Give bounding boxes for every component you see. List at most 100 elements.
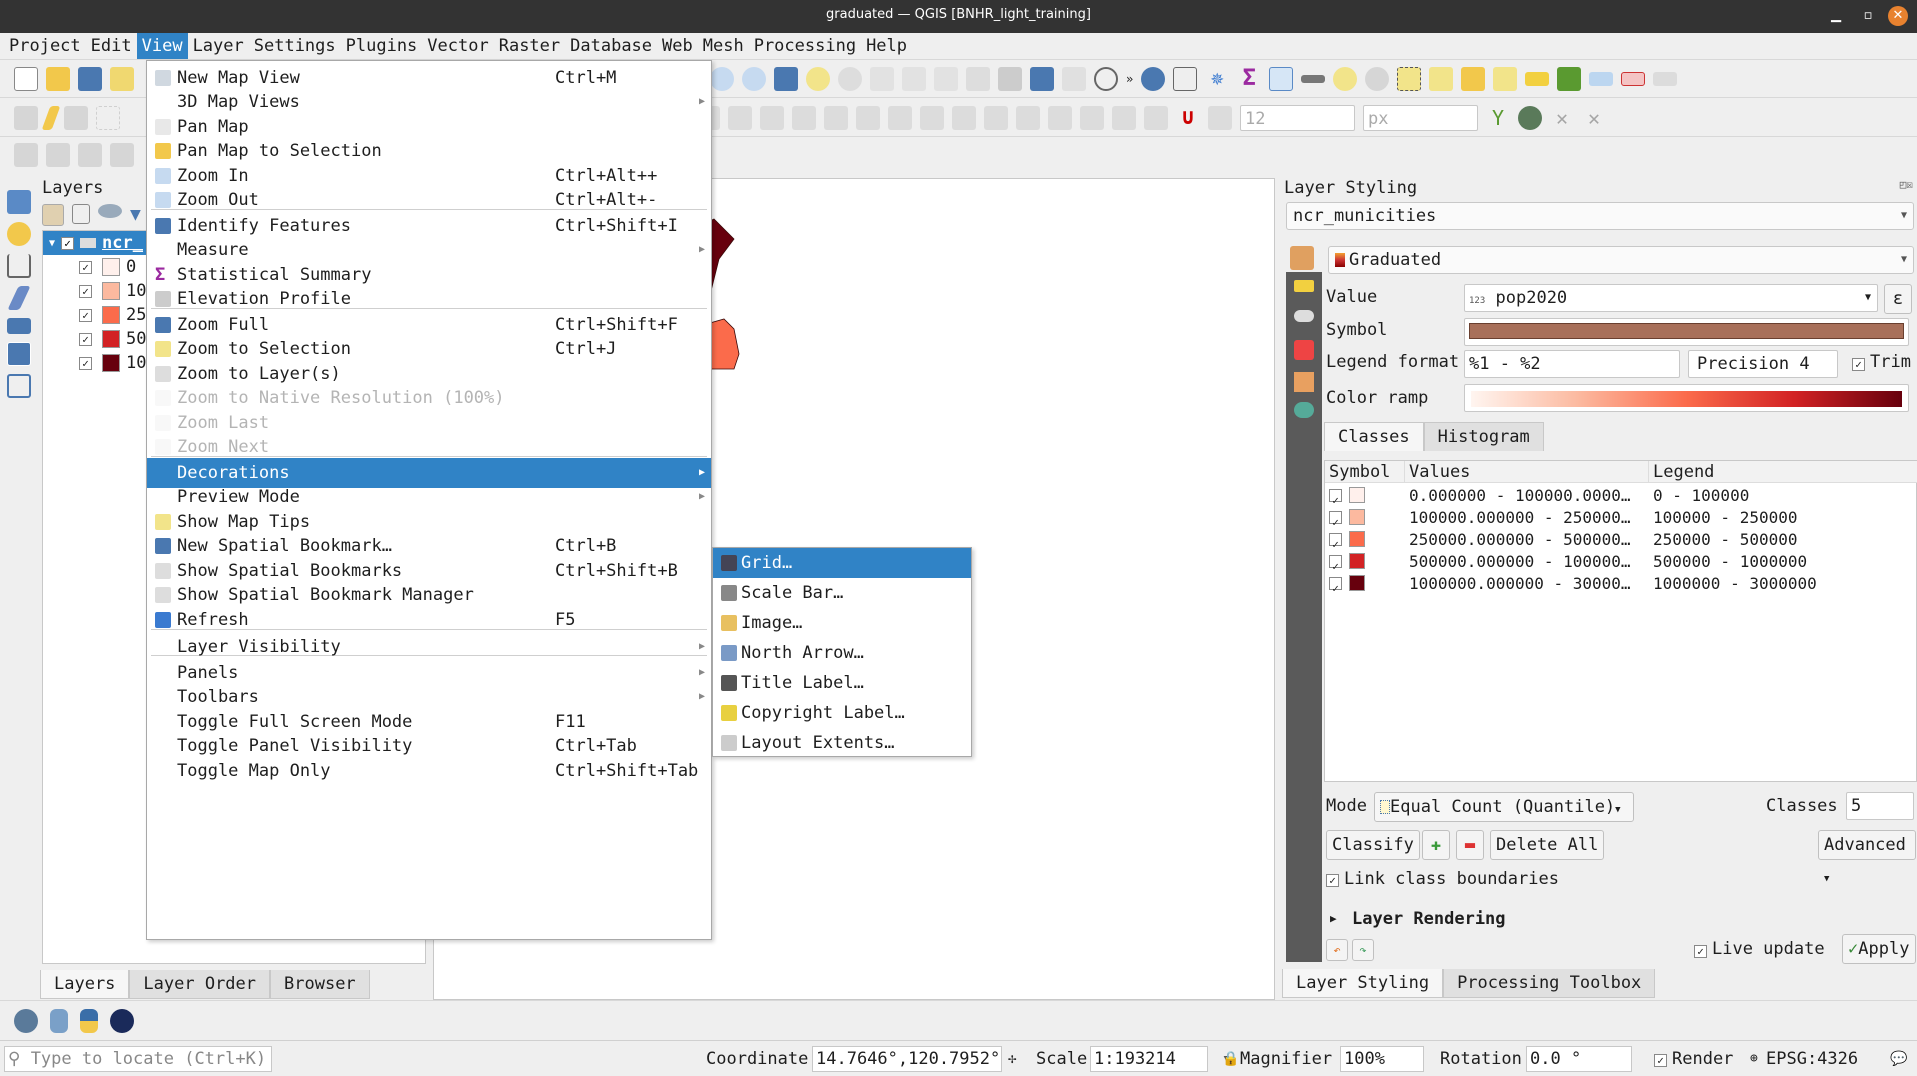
new-shapefile-icon[interactable] bbox=[7, 286, 31, 310]
class-checkbox[interactable]: ✓ bbox=[1329, 533, 1342, 551]
add-group-icon[interactable] bbox=[72, 204, 90, 224]
legend-item-checkbox[interactable]: ✓ bbox=[79, 356, 92, 370]
select-by-value-icon[interactable] bbox=[1429, 66, 1454, 91]
digitize-tool-icon[interactable] bbox=[1048, 105, 1072, 130]
class-color-swatch[interactable] bbox=[1349, 531, 1365, 547]
masks-icon[interactable] bbox=[1294, 310, 1314, 322]
digitize-tool-icon[interactable] bbox=[792, 105, 816, 130]
rotation-spinbox[interactable]: 0.0 ° bbox=[1526, 1046, 1632, 1072]
tracing-icon[interactable] bbox=[1208, 105, 1232, 130]
select-location-icon[interactable] bbox=[1493, 66, 1518, 91]
tab-processing-toolbox[interactable]: Processing Toolbox bbox=[1443, 969, 1656, 998]
pin-label-icon[interactable] bbox=[1589, 71, 1614, 86]
submenu-item-title-label[interactable]: Title Label… bbox=[713, 668, 971, 698]
class-row[interactable]: ✓ 250000.000000 - 500000… 250000 - 500000 bbox=[1325, 529, 1916, 551]
toggle-extents-icon[interactable]: ✢ bbox=[1008, 1048, 1016, 1070]
submenu-item-image[interactable]: Image… bbox=[713, 608, 971, 638]
submenu-item-grid[interactable]: Grid… bbox=[713, 548, 971, 578]
messages-icon[interactable]: 💬 bbox=[1890, 1048, 1907, 1070]
column-header-legend[interactable]: Legend bbox=[1649, 461, 1917, 483]
zoom-full-icon[interactable] bbox=[774, 66, 798, 91]
legend-item-checkbox[interactable]: ✓ bbox=[79, 284, 92, 298]
zoom-in-icon[interactable] bbox=[710, 66, 734, 91]
history-icon[interactable] bbox=[1294, 402, 1314, 418]
zoom-native-icon[interactable] bbox=[870, 66, 894, 91]
link-boundaries-checkbox[interactable]: ✓ bbox=[1326, 874, 1339, 887]
tab-layer-order[interactable]: Layer Order bbox=[129, 970, 271, 999]
tab-classes[interactable]: Classes bbox=[1324, 422, 1424, 451]
scale-combobox[interactable]: 1:193214 ▼ bbox=[1090, 1046, 1229, 1072]
value-field-select[interactable]: 123 pop2020 ▼ bbox=[1464, 284, 1878, 312]
attribute-table-icon[interactable] bbox=[1173, 66, 1198, 91]
expand-arrow-icon[interactable]: ▼ bbox=[49, 238, 55, 249]
classify-button[interactable]: Classify bbox=[1326, 830, 1420, 860]
submenu-item-north-arrow[interactable]: North Arrow… bbox=[713, 638, 971, 668]
zoom-last-icon[interactable] bbox=[902, 66, 926, 91]
column-header-symbol[interactable]: Symbol ▲ bbox=[1325, 461, 1405, 502]
hide-label-icon[interactable] bbox=[1621, 71, 1646, 86]
rotate-icon[interactable] bbox=[110, 142, 134, 167]
save-project-icon[interactable] bbox=[78, 66, 102, 91]
class-color-swatch[interactable] bbox=[1349, 575, 1365, 591]
add-layer-icon[interactable] bbox=[7, 190, 31, 214]
new-print-layout-icon[interactable] bbox=[110, 66, 134, 91]
layer-rendering-section[interactable]: Layer Rendering bbox=[1352, 909, 1506, 929]
digitize-tool-icon[interactable] bbox=[1144, 105, 1168, 130]
digitize-tool-icon[interactable] bbox=[920, 105, 944, 130]
sigma-icon[interactable]: Σ bbox=[1237, 66, 1261, 91]
menu-database[interactable]: Database bbox=[565, 33, 657, 59]
lock-scale-icon[interactable]: 🔒 bbox=[1222, 1048, 1239, 1070]
renderer-select[interactable]: Graduated ▼ bbox=[1328, 246, 1914, 274]
map-tips-icon[interactable] bbox=[1333, 66, 1358, 91]
minimize-button[interactable]: ▁ bbox=[1826, 6, 1846, 26]
advanced-digitize-icon[interactable] bbox=[14, 142, 38, 167]
menu-project[interactable]: Project bbox=[4, 33, 86, 59]
digitize-tool-icon[interactable] bbox=[824, 105, 848, 130]
crs-button[interactable]: EPSG:4326 bbox=[1766, 1048, 1858, 1070]
expression-button[interactable]: ε bbox=[1884, 284, 1912, 314]
temporal-controller-icon[interactable] bbox=[1094, 66, 1118, 91]
digitize-tool-icon[interactable] bbox=[1112, 105, 1136, 130]
labels-icon[interactable] bbox=[1294, 280, 1314, 292]
font-unit-select[interactable]: px bbox=[1363, 104, 1478, 131]
measure-icon[interactable] bbox=[1301, 74, 1326, 83]
layer-select[interactable]: ncr_municities ▼ bbox=[1286, 202, 1914, 230]
live-update-checkbox[interactable]: ✓ bbox=[1694, 945, 1707, 958]
delete-part-icon[interactable]: ✕ bbox=[1550, 106, 1574, 130]
geocoder-icon[interactable] bbox=[14, 1008, 38, 1033]
column-header-values[interactable]: Values bbox=[1405, 461, 1649, 483]
coordinate-field[interactable]: 14.7646°,120.7952° bbox=[812, 1046, 1002, 1072]
advanced-menu-button[interactable]: Advanced ▼ bbox=[1818, 830, 1916, 884]
show-bookmarks-icon[interactable] bbox=[1062, 66, 1086, 91]
new-bookmark-icon[interactable] bbox=[1030, 66, 1054, 91]
menu-processing[interactable]: Processing bbox=[749, 33, 861, 59]
legend-item-checkbox[interactable]: ✓ bbox=[79, 332, 92, 346]
open-table-icon[interactable] bbox=[1269, 66, 1294, 91]
toggle-editing-icon[interactable] bbox=[41, 105, 61, 130]
class-checkbox[interactable]: ✓ bbox=[1329, 511, 1342, 529]
tab-browser[interactable]: Browser bbox=[270, 970, 370, 999]
menu-mesh[interactable]: Mesh bbox=[698, 33, 749, 59]
zoom-selection-icon[interactable] bbox=[806, 66, 830, 91]
zoom-out-icon[interactable] bbox=[742, 66, 766, 91]
tab-layers[interactable]: Layers bbox=[40, 970, 130, 999]
precision-spinbox[interactable]: Precision 4 bbox=[1688, 350, 1838, 378]
add-delimited-text-icon[interactable] bbox=[7, 374, 31, 398]
new-project-icon[interactable] bbox=[14, 66, 38, 91]
move-label-icon[interactable] bbox=[1653, 71, 1678, 86]
class-checkbox[interactable]: ✓ bbox=[1329, 577, 1342, 595]
menu-help[interactable]: Help bbox=[861, 33, 912, 59]
label-icon[interactable] bbox=[1525, 71, 1550, 86]
zoom-layer-icon[interactable] bbox=[838, 66, 862, 91]
overflow-chevron-icon[interactable]: » bbox=[1126, 72, 1133, 86]
close-button[interactable]: ✕ bbox=[1888, 6, 1908, 26]
new-3d-map-icon[interactable] bbox=[998, 66, 1022, 91]
save-edits-icon[interactable] bbox=[64, 105, 88, 130]
digitize-tool-icon[interactable] bbox=[760, 105, 784, 130]
symbology-brush-icon[interactable] bbox=[1290, 246, 1314, 270]
render-checkbox[interactable]: ✓ bbox=[1654, 1054, 1667, 1067]
open-project-icon[interactable] bbox=[46, 66, 70, 91]
split-icon[interactable]: ✕ bbox=[1582, 106, 1606, 130]
menu-item-toggle-map-only[interactable]: Toggle Map Only Ctrl+Shift+Tab bbox=[147, 756, 711, 786]
new-map-view-icon[interactable] bbox=[966, 66, 990, 91]
